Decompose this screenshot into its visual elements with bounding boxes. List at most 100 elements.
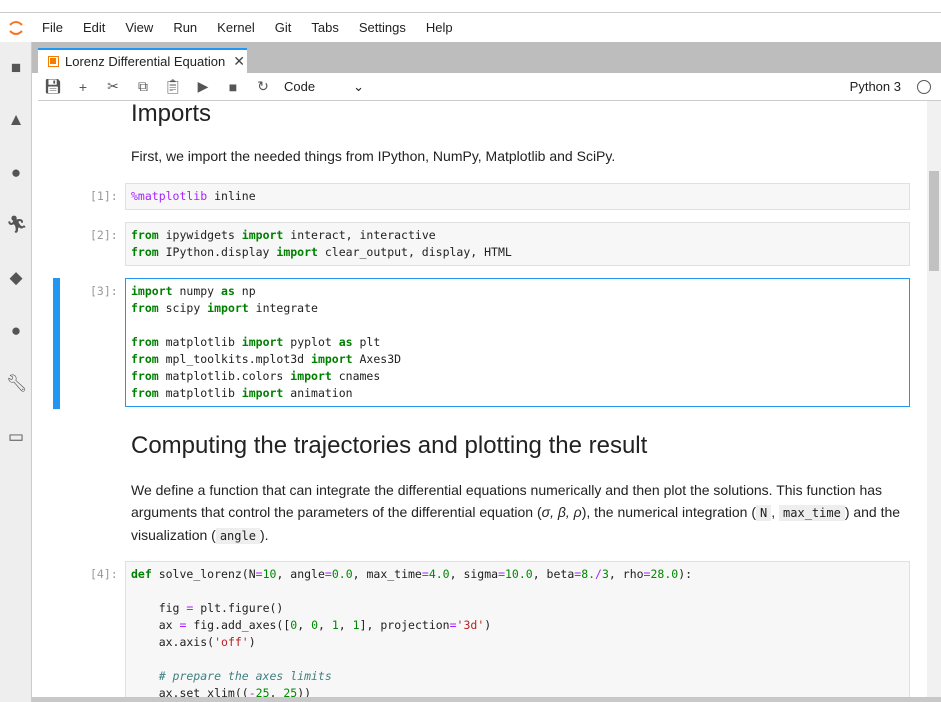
- code-token: interact, interactive: [283, 228, 436, 242]
- imports-text: First, we import the needed things from …: [131, 148, 616, 164]
- text: ), the numerical integration (: [581, 504, 756, 520]
- code-token: from: [131, 245, 159, 259]
- code-cell[interactable]: from ipywidgets import interact, interac…: [125, 222, 910, 266]
- code-token: import: [131, 284, 173, 298]
- code-token: as: [338, 335, 353, 349]
- code-token: ):: [678, 567, 693, 581]
- add-cell-icon[interactable]: +: [68, 79, 98, 95]
- code-token: plt.figure(): [193, 601, 284, 615]
- code-token: def: [131, 567, 152, 581]
- code-token: integrate: [248, 301, 318, 315]
- code-token: /: [595, 567, 602, 581]
- github-icon[interactable]: ●: [6, 163, 26, 183]
- code-token: fig: [131, 601, 187, 615]
- chevron-down-icon: ⌄: [353, 78, 364, 94]
- stop-icon[interactable]: ■: [218, 79, 248, 95]
- code-token: # prepare the axes limits: [131, 669, 332, 683]
- code-token: 10: [262, 567, 277, 581]
- code-token: import: [311, 352, 353, 366]
- code-token: %matplotlib: [131, 189, 208, 203]
- code-line: ax.set_xlim((-25, 25)): [131, 685, 904, 697]
- code-token: mpl_toolkits.mplot3d: [158, 352, 312, 366]
- code-token: ipywidgets: [158, 228, 242, 242]
- vertical-scrollbar[interactable]: [927, 101, 941, 697]
- code-token: from: [131, 352, 159, 366]
- code-line: from scipy import integrate: [131, 300, 904, 317]
- code-token: , rho: [608, 567, 644, 581]
- wrench-icon[interactable]: 🔧︎: [6, 374, 28, 394]
- code-token: from: [131, 301, 159, 315]
- menu-file[interactable]: File: [32, 20, 73, 35]
- code-token: animation: [283, 386, 353, 400]
- code-token: import: [241, 335, 284, 349]
- cut-icon[interactable]: ✂: [98, 78, 128, 95]
- code-line: def solve_lorenz(N=10, angle=0.0, max_ti…: [131, 566, 904, 583]
- code-token: ,: [269, 686, 284, 697]
- cell-prompt: [3]:: [90, 284, 118, 298]
- palette-icon[interactable]: ●: [6, 321, 26, 341]
- code-line: %matplotlib inline: [131, 188, 904, 205]
- kernel-status-icon: [917, 80, 931, 94]
- code-token: pyplot: [283, 335, 339, 349]
- copy-icon[interactable]: ⧉: [128, 78, 158, 95]
- code-token: =: [498, 567, 505, 581]
- notebook-toolbar: 💾︎ + ✂ ⧉ 📋︎ ▶ ■ ↻ Code ⌄ Python 3: [38, 73, 941, 101]
- inline-code-N: N: [756, 505, 772, 521]
- code-token: clear_output, display, HTML: [317, 245, 512, 259]
- code-line: from matplotlib import pyplot as plt: [131, 334, 904, 351]
- code-token: from: [131, 369, 159, 383]
- code-token: matplotlib.colors: [158, 369, 291, 383]
- code-token: -: [248, 686, 256, 697]
- close-icon[interactable]: ✕: [233, 53, 245, 70]
- menu-kernel[interactable]: Kernel: [207, 20, 265, 35]
- code-token: 0.0: [331, 567, 353, 581]
- menu-run[interactable]: Run: [163, 20, 207, 35]
- code-cell[interactable]: def solve_lorenz(N=10, angle=0.0, max_ti…: [125, 561, 910, 697]
- menu-view[interactable]: View: [115, 20, 163, 35]
- paste-icon[interactable]: 📋︎: [158, 78, 188, 95]
- code-token: 1: [331, 618, 339, 632]
- menu-git[interactable]: Git: [265, 20, 302, 35]
- menu-help[interactable]: Help: [416, 20, 463, 35]
- code-token: IPython.display: [158, 245, 277, 259]
- google-drive-icon[interactable]: ▲: [6, 110, 26, 130]
- running-icon[interactable]: 🏃︎: [6, 215, 28, 235]
- code-line: from IPython.display import clear_output…: [131, 244, 904, 261]
- kernel-name[interactable]: Python 3: [850, 79, 901, 94]
- code-token: ax.axis(: [131, 635, 215, 649]
- code-token: matplotlib: [158, 386, 242, 400]
- left-sidebar: ■ ▲ ● 🏃︎ ◆ ● 🔧︎ ▭: [0, 42, 32, 702]
- folder-icon[interactable]: ■: [6, 58, 26, 78]
- code-token: =: [449, 618, 457, 632]
- code-token: )): [297, 686, 312, 697]
- active-cell-indicator: [53, 278, 60, 409]
- code-token: , angle: [276, 567, 325, 581]
- save-icon[interactable]: 💾︎: [38, 78, 68, 95]
- code-token: from: [131, 228, 159, 242]
- code-cell[interactable]: import numpy as np from scipy import inte…: [125, 278, 910, 407]
- menu-edit[interactable]: Edit: [73, 20, 115, 35]
- code-token: import: [290, 369, 332, 383]
- computing-text: We define a function that can integrate …: [131, 479, 901, 547]
- code-cell[interactable]: %matplotlib inline: [125, 183, 910, 210]
- code-token: 3: [601, 567, 609, 581]
- code-token: import: [241, 228, 284, 242]
- git-icon[interactable]: ◆: [6, 268, 26, 288]
- menu-tabs[interactable]: Tabs: [301, 20, 348, 35]
- horizontal-scrollbar[interactable]: [32, 697, 941, 702]
- code-line: import numpy as np: [131, 283, 904, 300]
- heading-computing: Computing the trajectories and plotting …: [131, 432, 648, 459]
- code-line: fig = plt.figure(): [131, 600, 904, 617]
- menu-settings[interactable]: Settings: [349, 20, 416, 35]
- restart-icon[interactable]: ↻: [248, 78, 278, 95]
- cell-type-select[interactable]: Code ⌄: [284, 79, 364, 95]
- scrollbar-thumb[interactable]: [929, 171, 939, 271]
- greek-params: σ, β, ρ: [541, 504, 582, 520]
- code-token: 1: [352, 618, 360, 632]
- run-icon[interactable]: ▶: [188, 78, 218, 95]
- tabs-icon[interactable]: ▭: [6, 427, 26, 447]
- code-token: =: [421, 567, 429, 581]
- tab-lorenz-notebook[interactable]: Lorenz Differential Equation ✕: [38, 48, 247, 73]
